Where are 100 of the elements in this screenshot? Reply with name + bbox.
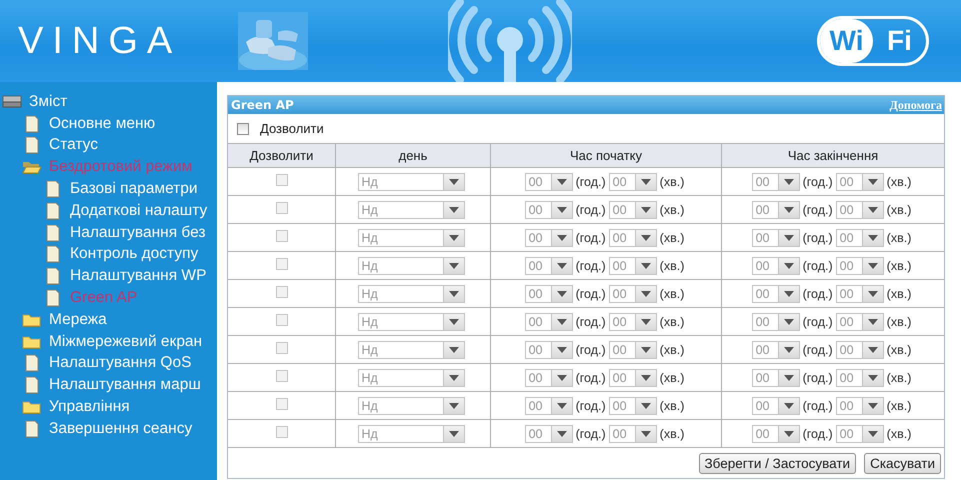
caret-icon: [784, 206, 794, 212]
menu-item[interactable]: Green AP: [70, 289, 138, 308]
unit-label: (хв.): [660, 230, 684, 244]
column-header: Час закінчення: [722, 144, 944, 168]
unit-label: (хв.): [660, 398, 684, 412]
unit-label: (год.): [576, 202, 606, 216]
caret-icon: [784, 234, 794, 240]
column-header: день: [336, 144, 490, 168]
unit-label: (год.): [802, 174, 833, 188]
caret-icon: [556, 402, 567, 408]
caret-icon: [448, 206, 458, 212]
caret-icon: [556, 346, 567, 352]
caret-icon: [448, 402, 458, 408]
caret-icon: [784, 402, 794, 408]
unit-label: (год.): [802, 370, 833, 384]
menu-item[interactable]: Додаткові налашту: [70, 202, 208, 220]
caret-icon: [868, 374, 878, 380]
unit-label: (хв.): [660, 258, 684, 272]
unit-label: (год.): [576, 370, 606, 384]
caret-icon: [868, 318, 878, 324]
unit-label: (год.): [576, 314, 606, 328]
caret-icon: [448, 290, 458, 296]
menu-item[interactable]: Завершення сеансу: [49, 420, 192, 438]
caret-icon: [784, 290, 794, 296]
unit-label: (хв.): [660, 174, 684, 188]
caret-icon: [640, 318, 651, 324]
menu-item[interactable]: Налаштування без: [70, 224, 206, 242]
logo-text: Fi: [886, 25, 913, 57]
caret-icon: [448, 374, 458, 380]
caret-icon: [640, 402, 651, 408]
unit-label: (год.): [576, 398, 606, 412]
menu-item[interactable]: Мережа: [49, 310, 107, 329]
caret-icon: [784, 430, 794, 436]
unit-label: (хв.): [886, 174, 912, 188]
menu-item[interactable]: Статус: [49, 136, 98, 154]
caret-icon: [556, 206, 567, 212]
caret-icon: [640, 234, 651, 240]
unit-label: (хв.): [660, 202, 684, 216]
caret-icon: [448, 178, 458, 184]
caret-icon: [556, 430, 567, 436]
unit-label: (год.): [576, 342, 606, 356]
menu-item[interactable]: Міжмережевий екран: [49, 332, 202, 351]
caret-icon: [448, 318, 458, 324]
unit-label: (год.): [802, 342, 833, 356]
caret-icon: [784, 262, 794, 268]
cancel-button[interactable]: Скасувати: [864, 453, 941, 474]
caret-icon: [868, 430, 878, 436]
caret-icon: [556, 262, 567, 268]
unit-label: (хв.): [660, 426, 684, 440]
unit-label: (хв.): [886, 314, 912, 328]
unit-label: (год.): [802, 286, 833, 300]
caret-icon: [640, 374, 651, 380]
caret-icon: [868, 234, 878, 240]
caret-icon: [448, 430, 458, 436]
unit-label: (год.): [802, 314, 833, 328]
unit-label: (хв.): [660, 370, 684, 384]
unit-label: (хв.): [886, 398, 912, 412]
caret-icon: [556, 318, 567, 324]
caret-icon: [640, 430, 651, 436]
menu-item[interactable]: Налаштування QoS: [49, 354, 192, 372]
unit-label: (год.): [802, 426, 833, 440]
unit-label: (год.): [576, 174, 606, 188]
menu-item[interactable]: Зміст: [29, 92, 68, 111]
caret-icon: [868, 402, 878, 408]
menu-item[interactable]: Контроль доступу: [70, 245, 198, 264]
checkbox-label: Дозволити: [260, 121, 324, 136]
caret-icon: [868, 206, 878, 212]
caret-icon: [640, 262, 651, 268]
unit-label: (хв.): [660, 286, 684, 300]
caret-icon: [868, 262, 878, 268]
caret-icon: [556, 290, 567, 296]
unit-label: (год.): [802, 202, 833, 216]
unit-label: (год.): [576, 258, 606, 272]
menu-item[interactable]: Базові параметри: [70, 180, 198, 198]
unit-label: (год.): [576, 286, 606, 300]
caret-icon: [640, 206, 651, 212]
menu-item[interactable]: Основне меню: [49, 114, 156, 133]
unit-label: (хв.): [886, 230, 912, 244]
unit-label: (хв.): [660, 342, 684, 356]
caret-icon: [448, 346, 458, 352]
unit-label: (хв.): [660, 314, 684, 328]
caret-icon: [556, 234, 567, 240]
menu-item[interactable]: Налаштування WP: [70, 267, 206, 286]
menu-item[interactable]: Бездротовий режим: [49, 158, 192, 176]
column-header: Час початку: [490, 144, 722, 168]
unit-label: (год.): [802, 398, 833, 412]
caret-icon: [868, 178, 878, 184]
unit-label: (год.): [576, 230, 606, 244]
caret-icon: [868, 290, 878, 296]
menu-item[interactable]: Налаштування марш: [49, 376, 201, 394]
help-link[interactable]: Допомога: [890, 98, 942, 112]
enable-checkbox[interactable]: [237, 122, 249, 134]
unit-label: (хв.): [886, 258, 912, 272]
caret-icon: [556, 178, 567, 184]
caret-icon: [784, 178, 794, 184]
column-header: Дозволити: [228, 144, 336, 168]
logo-text: Wi: [820, 19, 873, 63]
save-button[interactable]: Зберегти / Застосувати: [698, 453, 856, 474]
antenna-signal-icon: [448, 0, 572, 82]
menu-item[interactable]: Управління: [49, 398, 130, 416]
